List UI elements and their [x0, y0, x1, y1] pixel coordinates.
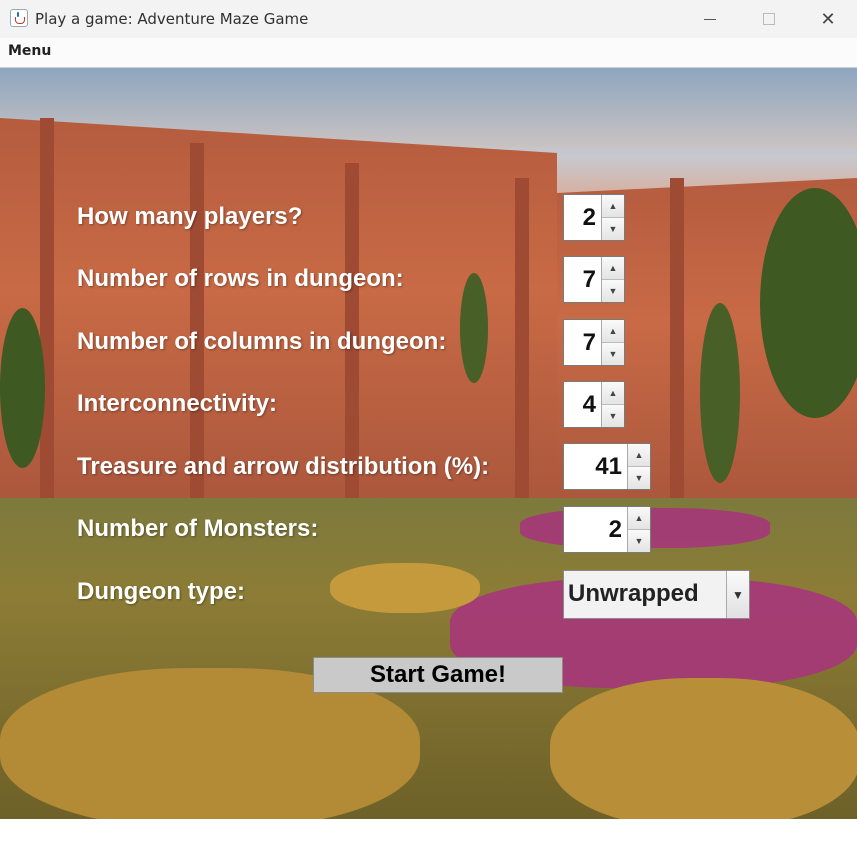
spin-up-icon[interactable]: ▲ — [602, 382, 624, 405]
interconnectivity-spinner[interactable]: 4 ▲ ▼ — [563, 381, 625, 428]
maximize-button[interactable] — [739, 0, 799, 38]
menu-bar: Menu — [0, 38, 857, 68]
columns-label: Number of columns in dungeon: — [77, 328, 447, 355]
interconnectivity-label: Interconnectivity: — [77, 390, 278, 417]
menu-item-menu[interactable]: Menu — [8, 43, 51, 59]
spin-down-icon[interactable]: ▼ — [628, 530, 650, 552]
wall-pillar — [515, 178, 529, 528]
chevron-down-icon[interactable]: ▼ — [726, 571, 749, 618]
window-title: Play a game: Adventure Maze Game — [35, 10, 309, 28]
window-titlebar: Play a game: Adventure Maze Game ✕ — [0, 0, 857, 39]
rows-value[interactable]: 7 — [564, 257, 601, 302]
players-label: How many players? — [77, 203, 303, 230]
start-game-button[interactable]: Start Game! — [313, 657, 563, 693]
window-bottom-area — [0, 819, 857, 866]
grass-patch — [330, 563, 480, 613]
tree — [0, 308, 45, 468]
treasure-distribution-spinner[interactable]: 41 ▲ ▼ — [563, 443, 651, 490]
close-icon: ✕ — [820, 8, 836, 30]
players-value[interactable]: 2 — [564, 195, 601, 240]
grass-patch — [550, 678, 857, 819]
interconnectivity-value[interactable]: 4 — [564, 382, 601, 427]
columns-value[interactable]: 7 — [564, 320, 601, 365]
spin-up-icon[interactable]: ▲ — [628, 444, 650, 467]
monsters-value[interactable]: 2 — [564, 507, 627, 552]
treasure-distribution-value[interactable]: 41 — [564, 444, 627, 489]
spin-up-icon[interactable]: ▲ — [602, 320, 624, 343]
vine — [460, 273, 488, 383]
rows-spinner[interactable]: 7 ▲ ▼ — [563, 256, 625, 303]
spin-up-icon[interactable]: ▲ — [602, 257, 624, 280]
spin-up-icon[interactable]: ▲ — [602, 195, 624, 218]
monsters-label: Number of Monsters: — [77, 515, 319, 542]
java-cup-icon — [10, 9, 28, 27]
minimize-button[interactable] — [680, 0, 740, 38]
maximize-icon — [763, 13, 775, 25]
vine — [700, 303, 740, 483]
dungeon-type-value[interactable]: Unwrapped — [564, 571, 726, 618]
monsters-spinner[interactable]: 2 ▲ ▼ — [563, 506, 651, 553]
dungeon-type-label: Dungeon type: — [77, 578, 245, 605]
spin-down-icon[interactable]: ▼ — [602, 280, 624, 302]
players-spinner[interactable]: 2 ▲ ▼ — [563, 194, 625, 241]
minimize-icon — [704, 18, 716, 20]
spin-down-icon[interactable]: ▼ — [602, 218, 624, 240]
spin-down-icon[interactable]: ▼ — [602, 343, 624, 365]
background-scene — [0, 68, 857, 819]
spin-down-icon[interactable]: ▼ — [628, 467, 650, 489]
treasure-distribution-label: Treasure and arrow distribution (%): — [77, 453, 490, 480]
wall-pillar — [40, 118, 54, 538]
spin-down-icon[interactable]: ▼ — [602, 405, 624, 427]
wall-pillar — [670, 178, 684, 528]
rows-label: Number of rows in dungeon: — [77, 265, 404, 292]
close-button[interactable]: ✕ — [798, 0, 857, 38]
spin-up-icon[interactable]: ▲ — [628, 507, 650, 530]
dungeon-type-dropdown[interactable]: Unwrapped ▼ — [563, 570, 750, 619]
columns-spinner[interactable]: 7 ▲ ▼ — [563, 319, 625, 366]
